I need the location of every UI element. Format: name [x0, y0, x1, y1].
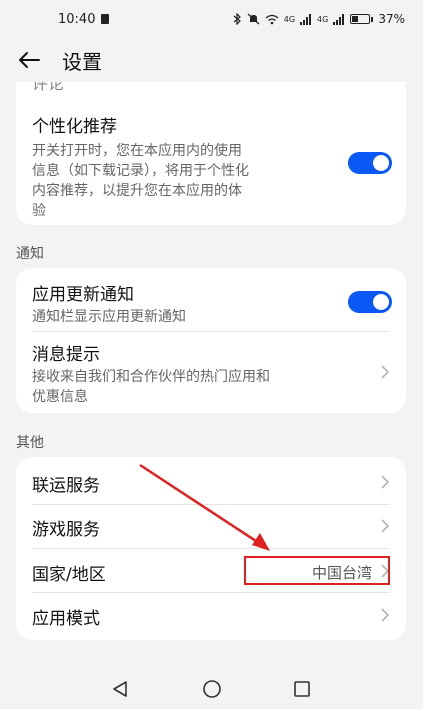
description-line: 开关打开时，您在本应用内的使用	[32, 143, 242, 159]
chevron-right-icon	[380, 518, 390, 534]
nav-back-icon[interactable]	[108, 677, 132, 701]
status-time: 10:40	[58, 11, 96, 27]
battery-percent: 37%	[378, 12, 405, 26]
system-navigation-bar	[0, 665, 423, 709]
status-time-group: 10:40	[58, 11, 110, 27]
list-item-label: 联运服务	[32, 476, 100, 496]
wifi-icon	[265, 14, 279, 24]
back-arrow-icon[interactable]	[14, 45, 44, 75]
list-item-message-prompt[interactable]: 消息提示 接收来自我们和合作伙伴的热门应用和 优惠信息	[16, 340, 406, 406]
list-item-description: 通知栏显示应用更新通知	[32, 309, 186, 325]
network-label-2: 4G	[317, 14, 329, 24]
signal-icon-2	[333, 13, 345, 25]
list-item-label: 个性化推荐	[32, 117, 117, 137]
list-item-label: 评论	[32, 82, 65, 93]
list-item-description: 接收来自我们和合作伙伴的热门应用和 优惠信息	[32, 367, 362, 407]
section-header-other: 其他	[16, 435, 44, 451]
chevron-right-icon	[380, 474, 390, 490]
list-item-label: 应用更新通知	[32, 285, 134, 305]
description-line: 接收来自我们和合作伙伴的热门应用和	[32, 369, 270, 385]
list-item-label: 消息提示	[32, 345, 100, 365]
divider	[32, 504, 390, 505]
settings-card-privacy: 评论 个性化推荐 开关打开时，您在本应用内的使用 信息（如下载记录），将用于个性…	[16, 82, 406, 225]
chevron-right-icon	[380, 607, 390, 623]
list-item-description: 开关打开时，您在本应用内的使用 信息（如下载记录），将用于个性化 内容推荐，以提…	[32, 141, 350, 221]
chevron-right-icon	[380, 364, 390, 380]
divider	[32, 592, 390, 593]
app-bar: 设置	[0, 38, 423, 82]
annotation-highlight-box	[244, 556, 390, 585]
divider	[32, 331, 390, 332]
list-item-label: 应用模式	[32, 609, 100, 629]
description-line: 信息（如下载记录），将用于个性化	[32, 163, 249, 179]
list-item-personalized-recommendation[interactable]: 个性化推荐 开关打开时，您在本应用内的使用 信息（如下载记录），将用于个性化 内…	[16, 112, 406, 222]
settings-card-other: 联运服务 游戏服务 国家/地区 中国台湾 应用模式	[16, 457, 406, 640]
nav-recents-icon[interactable]	[290, 677, 314, 701]
status-bar: 10:40 4G 4G 37%	[0, 0, 423, 38]
page-title: 设置	[62, 49, 102, 74]
status-icons: 4G 4G 37%	[233, 12, 405, 26]
divider	[32, 548, 390, 549]
mute-icon	[247, 13, 260, 25]
personalized-recommendation-toggle[interactable]	[348, 152, 392, 174]
section-header-notifications: 通知	[16, 246, 44, 262]
settings-card-notifications: 应用更新通知 通知栏显示应用更新通知 消息提示 接收来自我们和合作伙伴的热门应用…	[16, 268, 406, 413]
bluetooth-icon	[233, 13, 241, 25]
network-label-1: 4G	[283, 14, 296, 24]
update-notification-toggle[interactable]	[348, 291, 392, 313]
list-item-joint-operation-service[interactable]: 联运服务	[16, 471, 406, 497]
nav-home-icon[interactable]	[200, 677, 224, 701]
description-line: 内容推荐，以提升您在本应用的体	[32, 183, 242, 199]
description-line: 优惠信息	[32, 389, 88, 405]
list-item-label: 游戏服务	[32, 520, 100, 540]
list-item-comments[interactable]: 评论	[16, 82, 406, 96]
list-item-app-mode[interactable]: 应用模式	[16, 604, 406, 630]
list-item-game-service[interactable]: 游戏服务	[16, 515, 406, 541]
battery-icon	[350, 14, 374, 24]
sim-card-icon	[101, 14, 110, 24]
description-line: 验	[32, 203, 46, 219]
signal-icon	[300, 13, 312, 25]
